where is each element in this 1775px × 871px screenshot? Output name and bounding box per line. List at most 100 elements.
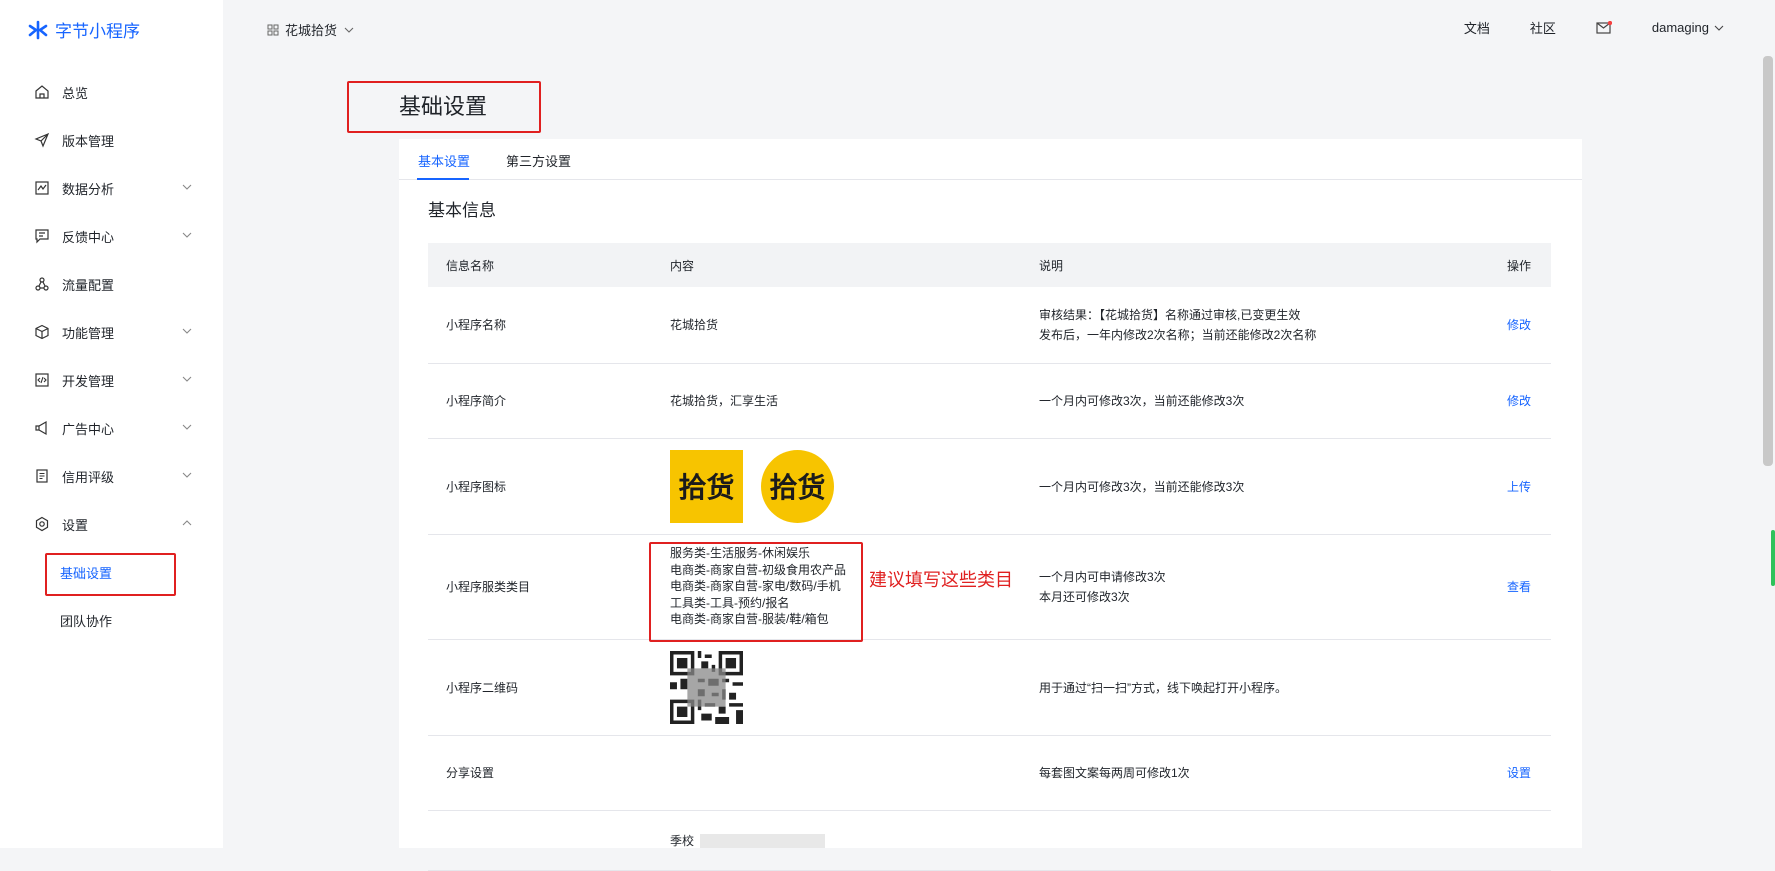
sidebar-item-features[interactable]: 功能管理 xyxy=(0,308,223,356)
gear-icon xyxy=(35,516,49,532)
sidebar: 字节小程序 总览 版本管理 数据分析 反馈中心 流量配置 功能管理 开发管理 广… xyxy=(0,0,223,848)
row-description: 一个月内可修改3次，当前还能修改3次 xyxy=(1021,438,1421,535)
edit-link[interactable]: 修改 xyxy=(1507,394,1531,408)
bytedance-logo-icon xyxy=(28,20,48,39)
tab-bar: 基本设置 第三方设置 xyxy=(399,139,1582,180)
row-content: 拾货 拾货 xyxy=(652,438,1021,535)
sidebar-subitem-team[interactable]: 团队协作 xyxy=(0,596,223,644)
user-menu[interactable]: damaging xyxy=(1652,20,1725,35)
row-content: 花城拾货，汇享生活 xyxy=(652,363,1021,439)
row-name xyxy=(428,810,652,871)
sidebar-item-label: 总览 xyxy=(62,85,89,101)
code-icon xyxy=(35,373,49,387)
sidebar-item-label: 数据分析 xyxy=(62,181,115,197)
tab-basic-settings[interactable]: 基本设置 xyxy=(418,151,470,170)
sidebar-item-dev[interactable]: 开发管理 xyxy=(0,356,223,404)
tab-active-indicator xyxy=(417,178,469,180)
settings-link[interactable]: 设置 xyxy=(1507,766,1531,780)
row-action: 修改 xyxy=(1421,363,1551,439)
view-link[interactable]: 查看 xyxy=(1507,580,1531,594)
scroll-indicator xyxy=(1771,530,1775,586)
chevron-down-icon xyxy=(182,232,192,238)
row-content: 花城拾货 xyxy=(652,287,1021,364)
row-name: 小程序简介 xyxy=(428,363,652,439)
highlight-box-title xyxy=(347,81,541,133)
app-icon-square: 拾货 xyxy=(670,449,743,523)
column-header: 操作 xyxy=(1421,243,1551,287)
sidebar-item-settings[interactable]: 设置 xyxy=(0,500,223,548)
row-description xyxy=(1021,810,1421,871)
table-header-row: 信息名称 内容 说明 操作 xyxy=(428,243,1551,287)
row-description: 用于通过“扫一扫”方式，线下唤起打开小程序。 xyxy=(1021,639,1421,736)
section-title: 基本信息 xyxy=(428,201,496,220)
table-row: 小程序简介 花城拾货，汇享生活 一个月内可修改3次，当前还能修改3次 修改 xyxy=(428,363,1551,439)
table-row: 小程序名称 花城拾货 审核结果：【花城拾货】名称通过审核,已变更生效 发布后，一… xyxy=(428,287,1551,364)
chevron-up-icon xyxy=(182,520,192,526)
upload-link[interactable]: 上传 xyxy=(1507,480,1531,494)
table-row: 季校 xyxy=(428,810,1551,871)
row-name: 小程序名称 xyxy=(428,287,652,364)
highlight-box-categories xyxy=(649,542,863,642)
sidebar-item-label: 功能管理 xyxy=(62,325,115,341)
annotation-note: 建议填写这些类目 xyxy=(869,570,1013,590)
highlight-box-sidebar xyxy=(45,553,176,596)
megaphone-icon xyxy=(35,420,47,436)
app-icon-round: 拾货 xyxy=(761,449,834,523)
chevron-down-icon xyxy=(182,328,192,334)
description-line: 发布后，一年内修改2次名称；当前还能修改2次名称 xyxy=(1039,328,1317,343)
row-name: 小程序图标 xyxy=(428,438,652,535)
scrollbar[interactable] xyxy=(1763,56,1773,466)
brand-logo[interactable]: 字节小程序 xyxy=(27,17,140,42)
row-action xyxy=(1421,639,1551,736)
sidebar-item-analytics[interactable]: 数据分析 xyxy=(0,164,223,212)
sidebar-item-label: 广告中心 xyxy=(62,421,115,437)
chevron-down-icon xyxy=(344,27,354,33)
sidebar-item-feedback[interactable]: 反馈中心 xyxy=(0,212,223,260)
content-card: 基本设置 第三方设置 基本信息 信息名称 内容 说明 操作 小程序名称 花城拾货… xyxy=(399,139,1582,871)
row-description: 每套图文案每两周可修改1次 xyxy=(1021,735,1421,811)
sidebar-subitem-label: 团队协作 xyxy=(60,613,113,629)
blurred-content xyxy=(700,834,826,849)
column-header: 说明 xyxy=(1021,243,1421,287)
sidebar-item-label: 版本管理 xyxy=(62,133,115,149)
table-row: 小程序图标 拾货 拾货 一个月内可修改3次，当前还能修改3次 上传 xyxy=(428,438,1551,535)
sidebar-item-label: 设置 xyxy=(62,517,89,533)
table-row: 小程序二维码 用于通过“扫一扫”方式，线下唤起打开小程序。 xyxy=(428,639,1551,736)
sidebar-item-label: 信用评级 xyxy=(62,469,115,485)
sidebar-item-versions[interactable]: 版本管理 xyxy=(0,116,223,164)
row-name: 小程序服类类目 xyxy=(428,534,652,640)
row-content xyxy=(652,639,1021,736)
message-icon xyxy=(35,229,49,244)
row-action: 设置 xyxy=(1421,735,1551,811)
sidebar-item-ads[interactable]: 广告中心 xyxy=(0,404,223,452)
topbar-actions: 文档 社区 damaging xyxy=(1424,18,1725,37)
chevron-down-icon xyxy=(182,376,192,382)
chevron-down-icon xyxy=(182,472,192,478)
row-content-text: 季校 xyxy=(670,833,695,848)
sidebar-item-overview[interactable]: 总览 xyxy=(0,68,223,116)
row-action xyxy=(1421,810,1551,871)
docs-link[interactable]: 文档 xyxy=(1464,18,1490,37)
sidebar-item-label: 开发管理 xyxy=(62,373,115,389)
flow-icon xyxy=(35,277,49,291)
row-action: 修改 xyxy=(1421,287,1551,364)
row-action: 上传 xyxy=(1421,438,1551,535)
row-description: 审核结果：【花城拾货】名称通过审核,已变更生效 发布后，一年内修改2次名称；当前… xyxy=(1021,287,1421,364)
column-header: 信息名称 xyxy=(428,243,652,287)
sidebar-item-label: 流量配置 xyxy=(62,277,115,293)
brand-name: 字节小程序 xyxy=(55,22,140,41)
app-switcher[interactable]: 花城拾货 xyxy=(267,20,355,39)
info-table: 信息名称 内容 说明 操作 小程序名称 花城拾货 审核结果：【花城拾货】名称通过… xyxy=(428,243,1551,871)
row-description: 一个月内可修改3次，当前还能修改3次 xyxy=(1021,363,1421,439)
sidebar-item-traffic[interactable]: 流量配置 xyxy=(0,260,223,308)
edit-link[interactable]: 修改 xyxy=(1507,318,1531,332)
community-link[interactable]: 社区 xyxy=(1530,18,1556,37)
mail-icon[interactable] xyxy=(1596,20,1612,35)
sidebar-item-credit[interactable]: 信用评级 xyxy=(0,452,223,500)
home-icon xyxy=(35,85,49,99)
app-name: 花城拾货 xyxy=(285,23,338,38)
chart-icon xyxy=(35,181,49,195)
table-row: 分享设置 每套图文案每两周可修改1次 设置 xyxy=(428,735,1551,811)
tab-third-party-settings[interactable]: 第三方设置 xyxy=(506,151,571,170)
doc-icon xyxy=(36,469,48,483)
